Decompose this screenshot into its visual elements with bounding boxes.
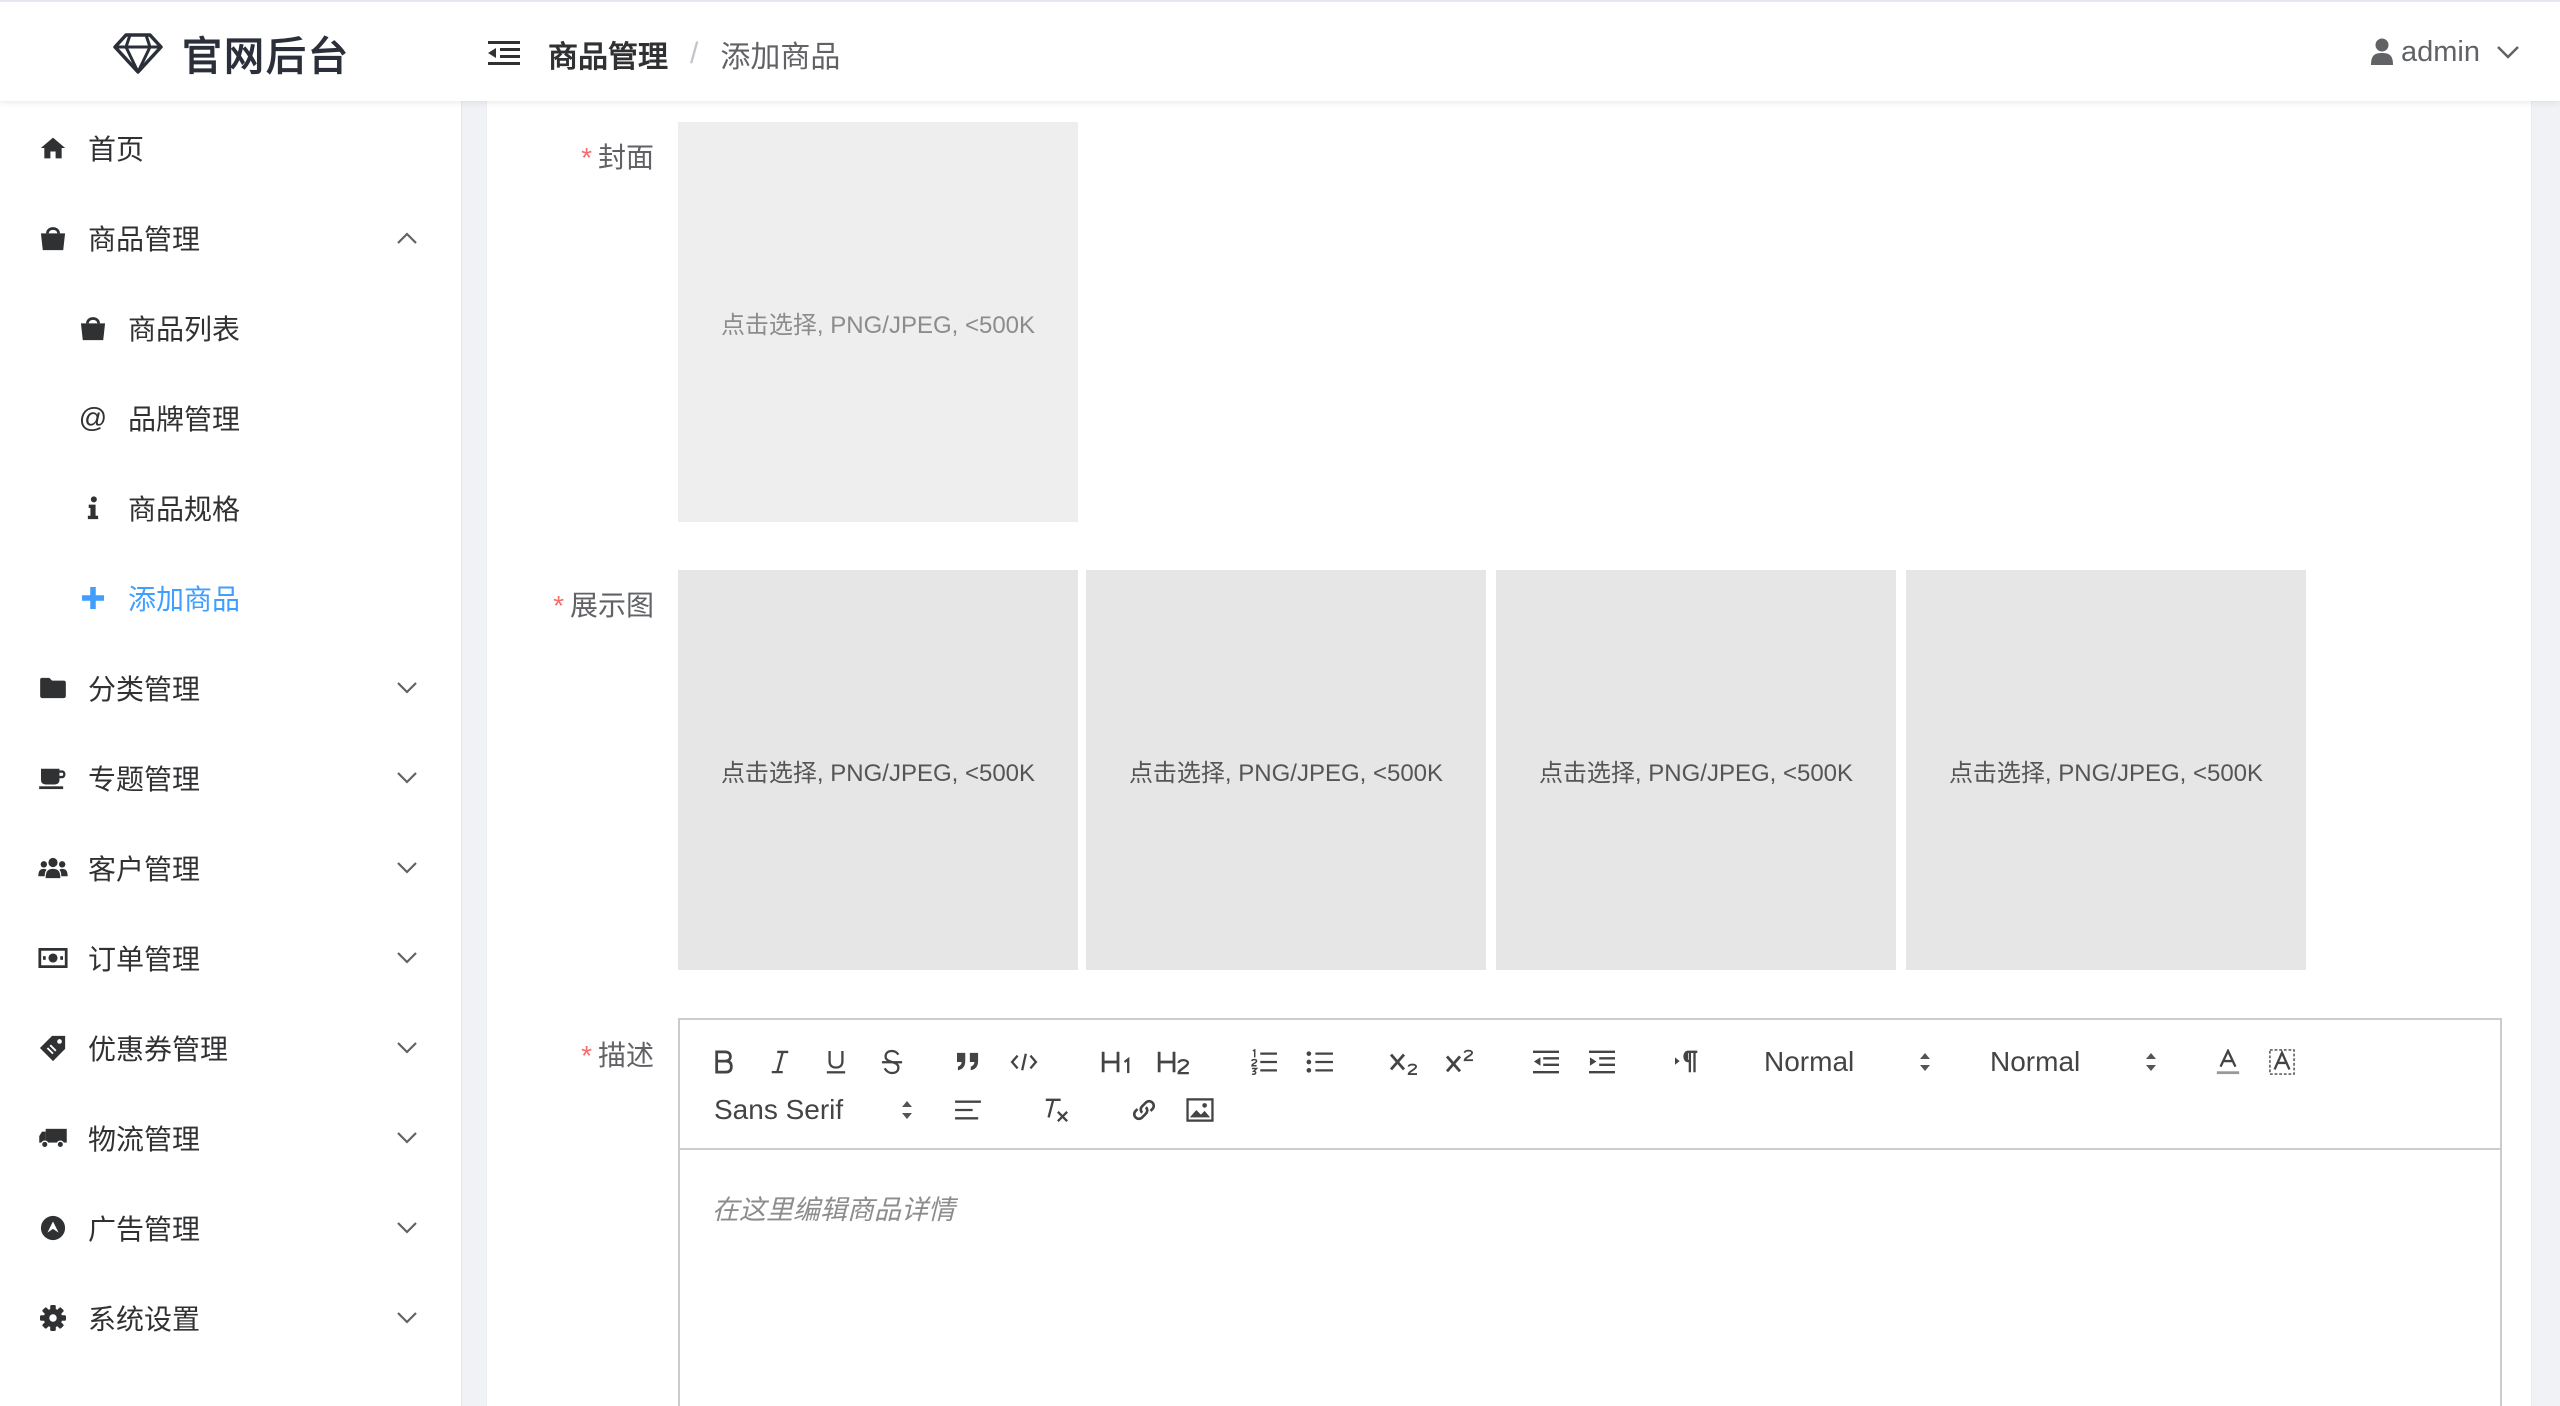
compass-icon [38,1213,68,1243]
user-menu[interactable]: admin [2371,32,2520,72]
sidebar-item-logistics-management[interactable]: 物流管理 [0,1093,462,1183]
sidebar-item-coupon-management[interactable]: 优惠券管理 [0,1003,462,1093]
chevron-down-icon [397,1042,417,1054]
sidebar-item-brand-management[interactable]: @ 品牌管理 [0,373,462,463]
home-icon [38,133,68,163]
upload-hint: 点击选择, PNG/JPEG, <500K [1948,759,2264,787]
sidebar-item-product-management[interactable]: 商品管理 [0,193,462,283]
menu-collapse-icon[interactable] [488,40,520,66]
font-color-button[interactable] [2210,1044,2246,1080]
app-title: 官网后台 [182,35,350,79]
gallery-label: * 展示图 [553,590,654,621]
align-button[interactable] [950,1092,986,1128]
plus-icon [78,583,108,613]
sidebar-item-order-management[interactable]: 订单管理 [0,913,462,1003]
upload-hint: 点击选择, PNG/JPEG, <500K [1538,759,1854,787]
ticket-icon [38,1033,68,1063]
heading-1-button[interactable] [1098,1044,1138,1080]
username: admin [2401,35,2480,68]
chevron-down-icon [397,1222,417,1234]
sidebar-item-customer-management[interactable]: 客户管理 [0,823,462,913]
breadcrumb: 商品管理 / 添加商品 [548,34,840,74]
description-label: * 描述 [581,1040,654,1071]
top-header: 官网后台 商品管理 / 添加商品 admin [0,0,2560,101]
upload-hint: 点击选择, PNG/JPEG, <500K [720,311,1036,339]
truck-icon [38,1123,68,1153]
italic-button[interactable] [762,1044,798,1080]
shopping-bag-icon [78,313,108,343]
indent-button[interactable] [1584,1044,1620,1080]
user-icon [2371,38,2393,65]
users-icon [38,853,68,883]
select-arrows-icon [1920,1053,1930,1071]
text-direction-button[interactable] [1670,1044,1706,1080]
header-select[interactable]: Normal [1764,1044,1932,1080]
bold-button[interactable] [706,1044,742,1080]
background-color-button[interactable] [2264,1044,2300,1080]
chevron-down-icon [397,1312,417,1324]
editor-toolbar: Normal Normal Sans Serif [680,1020,2500,1150]
blockquote-button[interactable] [950,1044,986,1080]
upload-hint: 点击选择, PNG/JPEG, <500K [1128,759,1444,787]
image-button[interactable] [1182,1092,1218,1128]
sidebar-item-category-management[interactable]: 分类管理 [0,643,462,733]
sidebar-item-topic-management[interactable]: 专题管理 [0,733,462,823]
ordered-list-button[interactable] [1246,1044,1282,1080]
sidebar-item-product-list[interactable]: 商品列表 [0,283,462,373]
info-icon [78,493,108,523]
cover-upload[interactable]: 点击选择, PNG/JPEG, <500K [678,122,1078,522]
sidebar-item-product-specs[interactable]: 商品规格 [0,463,462,553]
superscript-button[interactable] [1442,1044,1478,1080]
upload-hint: 点击选择, PNG/JPEG, <500K [720,759,1036,787]
sidebar-item-system-settings[interactable]: 系统设置 [0,1273,462,1363]
heading-2-button[interactable] [1154,1044,1194,1080]
folder-icon [38,673,68,703]
chevron-down-icon [397,1132,417,1144]
link-button[interactable] [1126,1092,1162,1128]
chevron-up-icon [397,232,417,244]
chevron-down-icon [397,682,417,694]
editor-content-placeholder[interactable]: 在这里编辑商品详情 [712,1188,955,1227]
bullet-list-button[interactable] [1302,1044,1338,1080]
subscript-button[interactable] [1386,1044,1422,1080]
cover-label: * 封面 [581,142,654,173]
chevron-down-icon [397,952,417,964]
chevron-down-icon [397,772,417,784]
coffee-icon [38,763,68,793]
rich-text-editor: Normal Normal Sans Serif 在这里编辑商品详情 [678,1018,2502,1406]
sidebar: 首页 商品管理 商品列表 @ 品牌管理 商品规格 添加商品 分类管理 专题管理 … [0,101,462,1406]
shopping-bag-icon [38,223,68,253]
chevron-down-icon [2497,46,2519,59]
gallery-upload-1[interactable]: 点击选择, PNG/JPEG, <500K [678,570,1078,970]
select-arrows-icon [2146,1053,2156,1071]
gallery-upload-3[interactable]: 点击选择, PNG/JPEG, <500K [1496,570,1896,970]
money-icon [38,943,68,973]
size-select[interactable]: Normal [1990,1044,2158,1080]
at-icon: @ [78,402,108,433]
sidebar-item-home[interactable]: 首页 [0,103,462,193]
clear-format-button[interactable] [1038,1092,1074,1128]
chevron-down-icon [397,862,417,874]
select-arrows-icon [902,1101,912,1119]
gallery-upload-2[interactable]: 点击选择, PNG/JPEG, <500K [1086,570,1486,970]
underline-button[interactable] [818,1044,854,1080]
diamond-icon [113,33,163,74]
gallery-upload-4[interactable]: 点击选择, PNG/JPEG, <500K [1906,570,2306,970]
gear-icon [38,1303,68,1333]
strikethrough-button[interactable] [874,1044,910,1080]
sidebar-item-ad-management[interactable]: 广告管理 [0,1183,462,1273]
breadcrumb-separator: / [690,37,699,70]
font-select[interactable]: Sans Serif [714,1092,914,1128]
outdent-button[interactable] [1528,1044,1564,1080]
breadcrumb-item-current: 添加商品 [720,41,841,74]
app-logo[interactable]: 官网后台 [112,28,350,79]
sidebar-item-add-product[interactable]: 添加商品 [0,553,462,643]
code-block-button[interactable] [1006,1044,1042,1080]
breadcrumb-item-product-management[interactable]: 商品管理 [548,32,668,76]
